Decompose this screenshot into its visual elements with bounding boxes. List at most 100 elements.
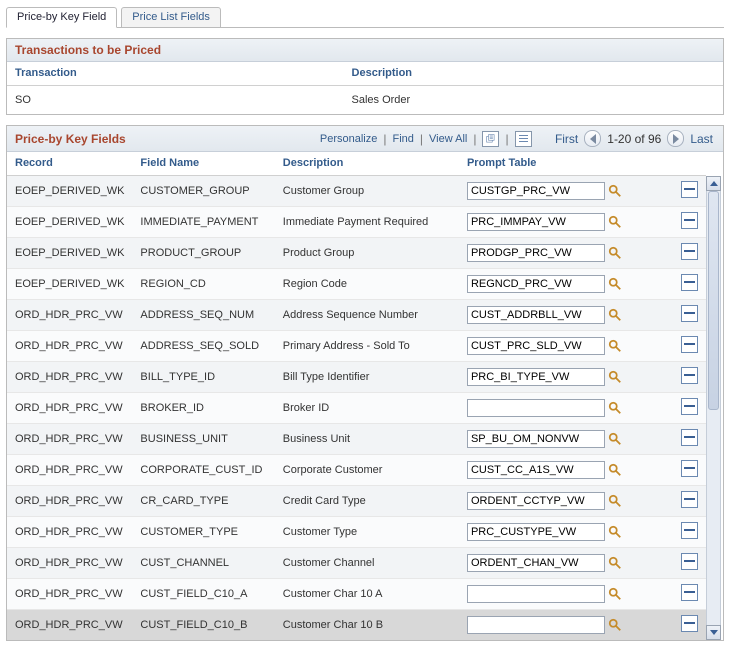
cell-prompt — [459, 238, 645, 269]
cell-description: Bill Type Identifier — [275, 362, 459, 393]
cell-record: ORD_HDR_PRC_VW — [7, 362, 132, 393]
cell-field: CUST_FIELD_C10_B — [132, 610, 274, 641]
nav-first[interactable]: First — [553, 132, 580, 146]
cell-prompt — [459, 207, 645, 238]
delete-row-button[interactable] — [681, 615, 698, 632]
cell-record: ORD_HDR_PRC_VW — [7, 610, 132, 641]
find-link[interactable]: Find — [392, 133, 413, 145]
lookup-icon[interactable] — [608, 184, 622, 198]
delete-row-button[interactable] — [681, 305, 698, 322]
delete-row-button[interactable] — [681, 336, 698, 353]
col-record: Record — [7, 152, 132, 176]
view-all-link[interactable]: View All — [429, 133, 467, 145]
delete-row-button[interactable] — [681, 584, 698, 601]
prompt-table-input[interactable] — [467, 337, 605, 355]
nav-last[interactable]: Last — [688, 132, 715, 146]
lookup-icon[interactable] — [608, 277, 622, 291]
prompt-table-input[interactable] — [467, 585, 605, 603]
cell-field: BROKER_ID — [132, 393, 274, 424]
lookup-icon[interactable] — [608, 556, 622, 570]
delete-row-button[interactable] — [681, 491, 698, 508]
table-row: ORD_HDR_PRC_VWBROKER_IDBroker ID — [7, 393, 706, 424]
prompt-table-input[interactable] — [467, 554, 605, 572]
cell-delete — [673, 176, 706, 207]
section-title: Transactions to be Priced — [15, 43, 715, 57]
delete-row-button[interactable] — [681, 553, 698, 570]
delete-row-button[interactable] — [681, 398, 698, 415]
tab-price-list-fields[interactable]: Price List Fields — [121, 7, 221, 28]
cell-record: ORD_HDR_PRC_VW — [7, 579, 132, 610]
scroll-track[interactable] — [706, 191, 721, 625]
lookup-icon[interactable] — [608, 525, 622, 539]
prompt-table-input[interactable] — [467, 461, 605, 479]
section-title: Price-by Key Fields — [15, 132, 320, 146]
prev-page-button[interactable] — [584, 130, 601, 147]
lookup-icon[interactable] — [608, 246, 622, 260]
cell-field: BUSINESS_UNIT — [132, 424, 274, 455]
cell-delete — [673, 610, 706, 641]
key-fields-table: Record Field Name Description Prompt Tab… — [7, 152, 706, 640]
lookup-icon[interactable] — [608, 432, 622, 446]
cell-prompt — [459, 424, 645, 455]
lookup-icon[interactable] — [608, 401, 622, 415]
cell-record: EOEP_DERIVED_WK — [7, 238, 132, 269]
cell-prompt — [459, 548, 645, 579]
lookup-icon[interactable] — [608, 463, 622, 477]
lookup-icon[interactable] — [608, 339, 622, 353]
transactions-section: Transactions to be Priced Transaction De… — [6, 38, 724, 115]
delete-row-button[interactable] — [681, 243, 698, 260]
prompt-table-input[interactable] — [467, 213, 605, 231]
col-field: Field Name — [132, 152, 274, 176]
delete-row-button[interactable] — [681, 522, 698, 539]
prompt-table-input[interactable] — [467, 523, 605, 541]
prompt-table-input[interactable] — [467, 492, 605, 510]
prompt-table-input[interactable] — [467, 616, 605, 634]
prompt-table-input[interactable] — [467, 368, 605, 386]
tab-price-by-key-field[interactable]: Price-by Key Field — [6, 7, 117, 28]
delete-row-button[interactable] — [681, 212, 698, 229]
cell-delete — [673, 300, 706, 331]
cell-delete — [673, 455, 706, 486]
prompt-table-input[interactable] — [467, 399, 605, 417]
lookup-icon[interactable] — [608, 618, 622, 632]
lookup-icon[interactable] — [608, 494, 622, 508]
prompt-table-input[interactable] — [467, 306, 605, 324]
cell-description: Customer Channel — [275, 548, 459, 579]
lookup-icon[interactable] — [608, 587, 622, 601]
delete-row-button[interactable] — [681, 429, 698, 446]
transactions-table: Transaction Description SOSales Order — [7, 62, 723, 114]
scroll-thumb[interactable] — [708, 191, 719, 410]
chevron-up-icon — [710, 181, 718, 186]
tab-strip: Price-by Key Field Price List Fields — [6, 6, 724, 28]
col-description: Description — [344, 62, 723, 86]
personalize-link[interactable]: Personalize — [320, 133, 377, 145]
spreadsheet-icon[interactable] — [515, 131, 532, 147]
cell-description: Business Unit — [275, 424, 459, 455]
delete-row-button[interactable] — [681, 181, 698, 198]
prompt-table-input[interactable] — [467, 430, 605, 448]
cell-description: Broker ID — [275, 393, 459, 424]
delete-row-button[interactable] — [681, 460, 698, 477]
cell-description: Customer Group — [275, 176, 459, 207]
scroll-down-button[interactable] — [706, 625, 721, 640]
cell-transaction: SO — [7, 86, 344, 115]
cell-delete — [673, 393, 706, 424]
next-page-button[interactable] — [667, 130, 684, 147]
lookup-icon[interactable] — [608, 308, 622, 322]
delete-row-button[interactable] — [681, 274, 698, 291]
lookup-icon[interactable] — [608, 370, 622, 384]
delete-row-button[interactable] — [681, 367, 698, 384]
cell-field: BILL_TYPE_ID — [132, 362, 274, 393]
zoom-icon[interactable] — [482, 131, 499, 147]
cell-record: ORD_HDR_PRC_VW — [7, 300, 132, 331]
lookup-icon[interactable] — [608, 215, 622, 229]
scroll-up-button[interactable] — [706, 176, 721, 191]
cell-field: CUSTOMER_GROUP — [132, 176, 274, 207]
table-row: ORD_HDR_PRC_VWBILL_TYPE_IDBill Type Iden… — [7, 362, 706, 393]
cell-delete — [673, 238, 706, 269]
prompt-table-input[interactable] — [467, 182, 605, 200]
prompt-table-input[interactable] — [467, 275, 605, 293]
cell-field: CUSTOMER_TYPE — [132, 517, 274, 548]
table-row: ORD_HDR_PRC_VWCUST_CHANNELCustomer Chann… — [7, 548, 706, 579]
prompt-table-input[interactable] — [467, 244, 605, 262]
